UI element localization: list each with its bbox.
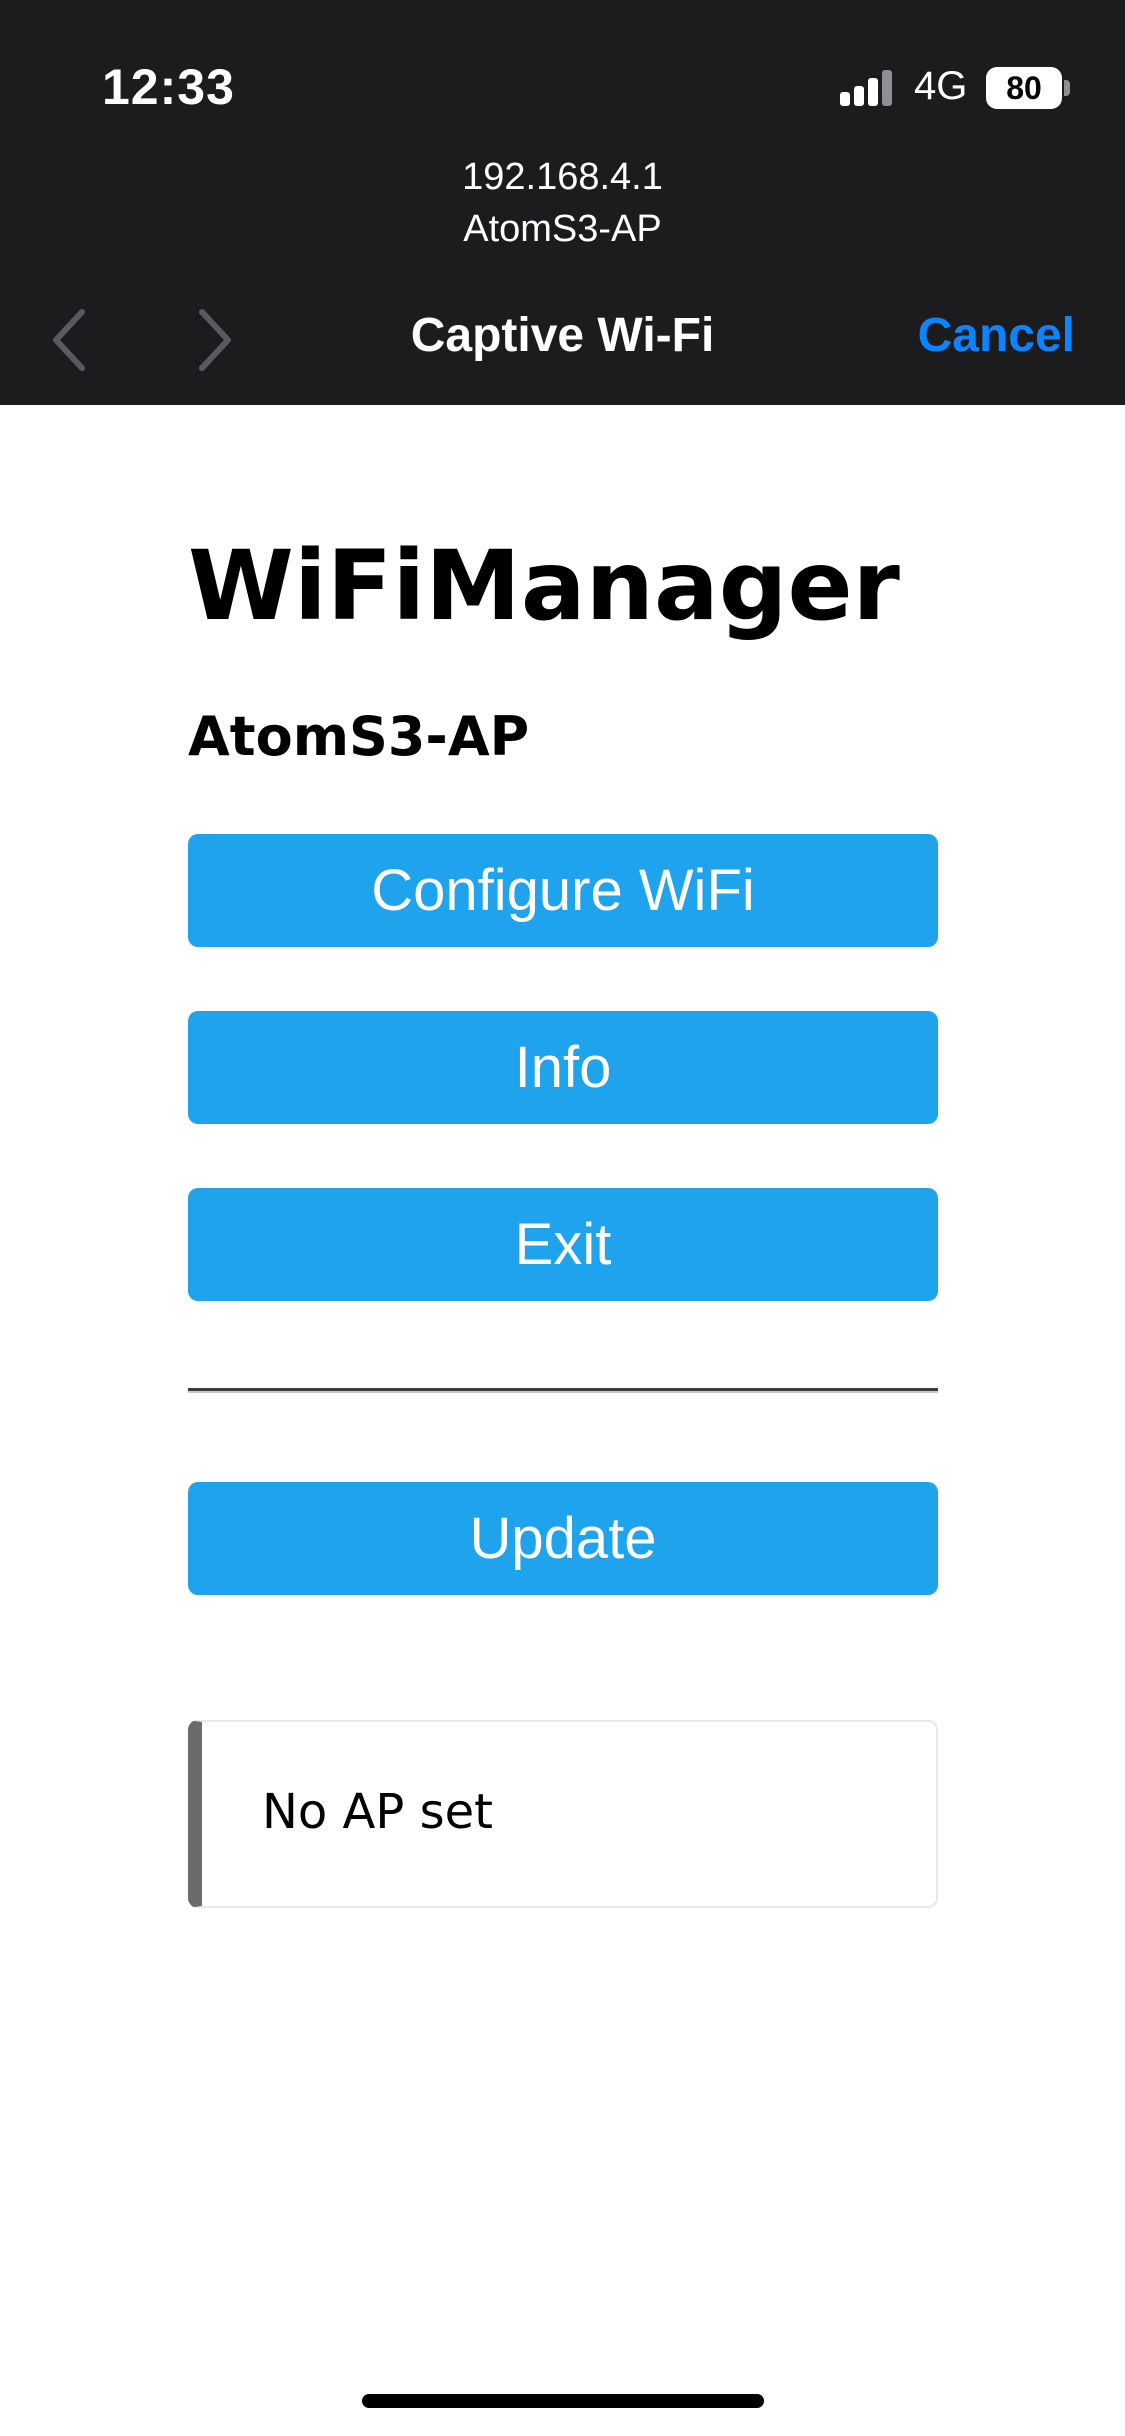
cancel-button[interactable]: Cancel	[918, 308, 1075, 363]
url-host: AtomS3-AP	[463, 208, 662, 250]
network-type: 4G	[914, 64, 968, 108]
device-name: AtomS3-AP	[188, 705, 530, 768]
battery-cap	[1064, 80, 1070, 96]
info-button[interactable]: Info	[188, 1011, 938, 1124]
url-address: 192.168.4.1	[462, 156, 663, 198]
update-button[interactable]: Update	[188, 1482, 938, 1595]
browser-header: 12:33 4G 80 192.168.4.1 AtomS3-AP Captiv…	[0, 0, 1125, 405]
page-title: WiFiManager	[188, 530, 900, 642]
status-message-box: No AP set	[188, 1720, 938, 1908]
status-message: No AP set	[262, 1784, 493, 1840]
home-indicator[interactable]	[362, 2394, 764, 2408]
divider	[188, 1388, 938, 1393]
exit-button[interactable]: Exit	[188, 1188, 938, 1301]
signal-strength-icon	[840, 70, 900, 108]
status-time: 12:33	[102, 59, 235, 115]
configure-wifi-button[interactable]: Configure WiFi	[188, 834, 938, 947]
battery-icon: 80	[986, 67, 1062, 109]
